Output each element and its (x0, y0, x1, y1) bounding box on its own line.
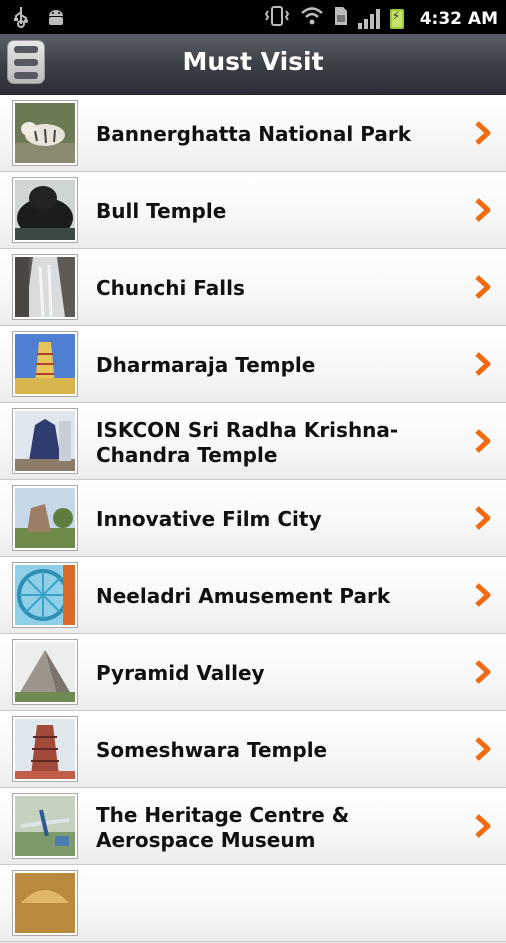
list-item[interactable]: Pyramid Valley (0, 634, 506, 711)
chevron-right-icon (475, 275, 491, 299)
thumbnail (12, 485, 78, 551)
chevron-right-icon (475, 583, 491, 607)
chevron-right-icon (475, 737, 491, 761)
list-item[interactable] (0, 865, 506, 942)
chevron-right-icon (475, 429, 491, 453)
list-item[interactable]: Bannerghatta National Park (0, 95, 506, 172)
list-item-label: Neeladri Amusement Park (96, 584, 391, 608)
thumbnail (12, 331, 78, 397)
list-item-label: Bannerghatta National Park (96, 122, 411, 146)
list-item-label: ISKCON Sri Radha Krishna-Chandra Temple (96, 417, 399, 467)
chevron-right-icon (475, 198, 491, 222)
list-item[interactable]: ISKCON Sri Radha Krishna-Chandra Temple (0, 403, 506, 480)
chevron-right-icon (475, 506, 491, 530)
list-item[interactable]: Chunchi Falls (0, 249, 506, 326)
page-title: Must Visit (182, 47, 324, 76)
list-item-label: Chunchi Falls (96, 276, 245, 300)
thumbnail (12, 177, 78, 243)
list-item-label: Pyramid Valley (96, 661, 265, 685)
chevron-right-icon (475, 660, 491, 684)
list-item[interactable]: Neeladri Amusement Park (0, 557, 506, 634)
list-item[interactable]: Bull Temple (0, 172, 506, 249)
list-item[interactable]: The Heritage Centre & Aerospace Museum (0, 788, 506, 865)
list-item[interactable]: Dharmaraja Temple (0, 326, 506, 403)
android-debug-icon (46, 7, 66, 33)
list-item-label: Someshwara Temple (96, 738, 328, 762)
status-bar: 4:32 AM (0, 0, 506, 34)
app-header: Must Visit (0, 34, 506, 95)
sim-icon (334, 6, 348, 32)
chevron-right-icon (475, 814, 491, 838)
usb-icon (14, 6, 28, 34)
thumbnail (12, 716, 78, 782)
thumbnail (12, 793, 78, 859)
place-list: Bannerghatta National Park Bull Temple C… (0, 95, 506, 942)
list-item-label (96, 866, 456, 943)
thumbnail (12, 408, 78, 474)
thumbnail (12, 100, 78, 166)
list-item[interactable]: Someshwara Temple (0, 711, 506, 788)
vibrate-icon (264, 5, 290, 33)
signal-icon (357, 9, 380, 29)
thumbnail (12, 639, 78, 705)
list-item-label: Bull Temple (96, 199, 227, 223)
chevron-right-icon (475, 352, 491, 376)
thumbnail (12, 870, 78, 936)
list-item-label: The Heritage Centre & Aerospace Museum (96, 802, 350, 852)
thumbnail (12, 562, 78, 628)
list-item-label: Innovative Film City (96, 507, 322, 531)
list-item[interactable]: Innovative Film City (0, 480, 506, 557)
list-item-label: Dharmaraja Temple (96, 353, 316, 377)
wifi-icon (300, 6, 324, 32)
chevron-right-icon (475, 121, 491, 145)
clock: 4:32 AM (419, 9, 498, 29)
thumbnail (12, 254, 78, 320)
battery-charging-icon (389, 9, 404, 29)
